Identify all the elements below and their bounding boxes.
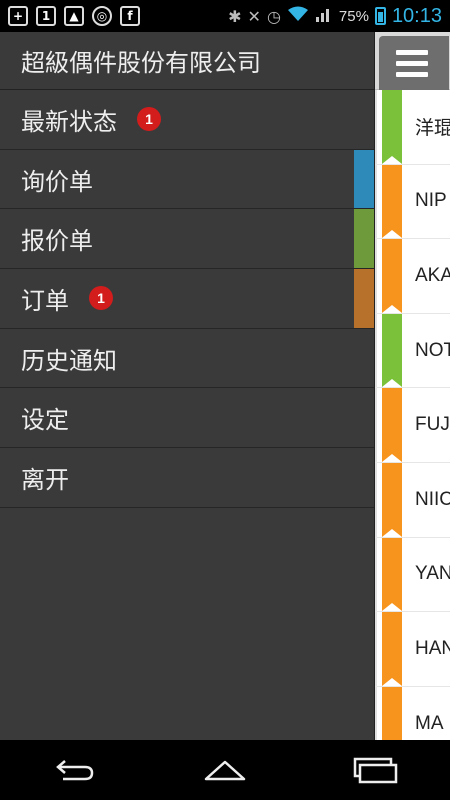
accent-bar [354, 269, 374, 328]
menu-item-label: 离开 [21, 465, 69, 494]
status-color-bar [382, 612, 402, 686]
accent-bar [354, 149, 374, 209]
status-color-bar [382, 90, 402, 164]
image-icon: ▲ [64, 6, 84, 26]
menu-item-exit[interactable]: 离开 [0, 448, 374, 508]
notification-badge: 1 [137, 107, 161, 132]
navigation-drawer: 超級偶件股份有限公司 最新状态 1 询价单 报价单 订单 1 历史通知 设定 离… [0, 32, 375, 740]
mute-icon: ✕ [247, 6, 261, 26]
home-icon [204, 760, 246, 781]
accent-bar [354, 209, 374, 269]
list-item[interactable]: FUJ [375, 388, 450, 463]
status-bar: + 1 ▲ ◎ f ✱ ✕ ◷ 75% 10:13 [0, 0, 450, 32]
home-button[interactable] [190, 750, 260, 790]
list-item-title: MA [415, 712, 444, 734]
list-item[interactable]: AKA [375, 239, 450, 314]
menu-item-settings[interactable]: 设定 [0, 388, 374, 449]
signal-icon [315, 5, 333, 27]
list-item-title: AKA [415, 264, 450, 286]
menu-item-quotation[interactable]: 报价单 [0, 209, 374, 270]
battery-percent: 75% [338, 7, 369, 25]
list-item[interactable]: NOT [375, 313, 450, 389]
main-content: 洋琨 NIP AKA NOT FUJ NIIC YAN HAN MA [375, 32, 450, 740]
menu-item-label: 最新状态 [21, 107, 117, 136]
status-color-bar [382, 537, 402, 612]
row-divider [375, 686, 377, 740]
notification-icons: + 1 ▲ ◎ f [0, 6, 140, 26]
bluetooth-icon: ✱ [228, 6, 242, 26]
system-icons: ✱ ✕ ◷ 75% 10:13 [228, 5, 450, 28]
wifi-icon [287, 6, 309, 26]
status-color-bar [382, 388, 402, 462]
list-item[interactable]: MA [375, 686, 450, 740]
menu-item-history[interactable]: 历史通知 [0, 329, 374, 389]
row-divider [375, 537, 377, 612]
list-item-title: 洋琨 [415, 118, 450, 140]
clock: 10:13 [391, 4, 442, 27]
menu-item-label: 报价单 [21, 227, 93, 256]
hamburger-icon [396, 71, 428, 77]
list-item[interactable]: YAN [375, 537, 450, 613]
status-color-bar [382, 164, 402, 239]
action-bar [375, 32, 450, 90]
back-icon [56, 760, 94, 781]
row-divider [375, 164, 377, 239]
list-item[interactable]: NIIC [375, 462, 450, 538]
hamburger-icon [396, 49, 428, 55]
recent-apps-button[interactable] [340, 750, 410, 790]
facebook-icon: f [120, 6, 140, 26]
battery-icon [374, 7, 386, 25]
one-icon: 1 [36, 6, 56, 26]
company-name: 超級偶件股份有限公司 [0, 32, 374, 90]
list-item-title: NOT [415, 339, 450, 361]
status-color-bar [382, 686, 402, 740]
list-item-title: HAN [415, 637, 450, 659]
row-divider [375, 90, 377, 164]
list-item[interactable]: 洋琨 [375, 90, 450, 165]
system-navigation-bar [0, 740, 450, 800]
menu-toggle-button[interactable] [379, 36, 449, 90]
row-divider [375, 612, 377, 686]
menu-item-label: 询价单 [21, 167, 93, 196]
notification-badge: 1 [89, 286, 113, 311]
menu-item-label: 设定 [21, 406, 69, 435]
list-item-title: FUJ [415, 414, 450, 436]
recent-apps-icon [353, 757, 398, 784]
list-item-title: NIIC [415, 488, 450, 510]
menu-item-label: 历史通知 [21, 346, 117, 375]
row-divider [375, 388, 377, 462]
row-divider [375, 462, 377, 537]
hamburger-icon [396, 60, 428, 66]
status-color-bar [382, 239, 402, 313]
menu-item-latest-status[interactable]: 最新状态 1 [0, 90, 374, 150]
menu-item-label: 订单 [21, 286, 69, 315]
plus-icon: + [8, 6, 28, 26]
list-item[interactable]: NIP [375, 164, 450, 240]
list-item-title: NIP [415, 190, 447, 212]
menu-item-orders[interactable]: 订单 1 [0, 269, 374, 329]
status-color-bar [382, 462, 402, 537]
sync-icon: ◎ [92, 6, 112, 26]
list-item[interactable]: HAN [375, 612, 450, 687]
row-divider [375, 239, 377, 313]
back-button[interactable] [40, 750, 110, 790]
row-divider [375, 313, 377, 388]
status-color-bar [382, 313, 402, 388]
menu-item-inquiry[interactable]: 询价单 [0, 149, 374, 210]
list-item-title: YAN [415, 563, 450, 585]
alarm-icon: ◷ [266, 6, 281, 26]
